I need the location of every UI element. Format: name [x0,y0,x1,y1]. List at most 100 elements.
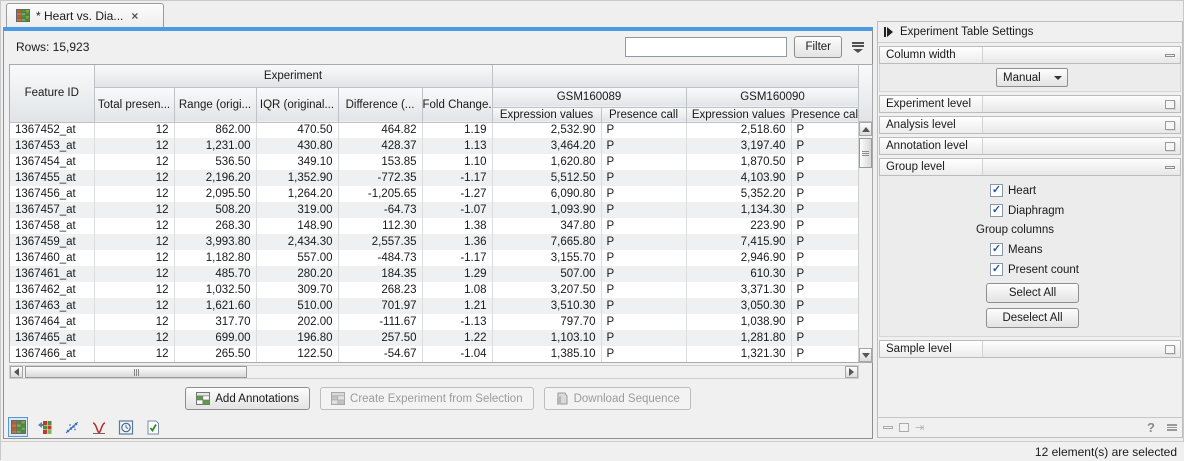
table-cell[interactable]: 12 [94,250,174,266]
table-cell[interactable]: 701.97 [338,298,422,314]
table-row[interactable]: 1367452_at 12 862.00 470.50 464.82 1.19 … [10,122,859,138]
deselect-all-button[interactable]: Deselect All [986,308,1079,328]
element-info-view-icon[interactable] [143,417,163,437]
table-cell[interactable]: 12 [94,314,174,330]
table-cell[interactable]: 1.19 [422,122,492,138]
table-view-icon[interactable] [8,417,28,437]
table-cell[interactable]: 3,197.40 [686,138,791,154]
table-cell[interactable]: 557.00 [256,250,338,266]
table-cell[interactable]: P [601,346,686,362]
table-cell[interactable]: P [601,330,686,346]
table-row[interactable]: 1367458_at 12 268.30 148.90 112.30 1.38 … [10,218,859,234]
checkbox-present-count[interactable]: ✓ Present count [880,263,1180,276]
group-header-gsm160090[interactable]: GSM160090 [686,87,859,107]
table-cell[interactable]: 268.23 [338,282,422,298]
table-cell[interactable]: 1,032.50 [174,282,256,298]
table-cell[interactable]: P [601,314,686,330]
table-cell[interactable]: 1,038.90 [686,314,791,330]
table-cell[interactable]: 184.35 [338,266,422,282]
table-cell[interactable]: 265.50 [174,346,256,362]
table-cell[interactable]: -1.13 [422,314,492,330]
table-cell[interactable]: 148.90 [256,218,338,234]
table-cell[interactable]: P [791,154,859,170]
checkbox-icon[interactable]: ✓ [990,263,1003,276]
table-cell[interactable]: 6,090.80 [492,186,601,202]
table-cell[interactable]: P [601,234,686,250]
table-cell[interactable]: 309.70 [256,282,338,298]
table-cell[interactable]: -64.73 [338,202,422,218]
select-all-button[interactable]: Select All [986,283,1079,303]
tab-heart-vs-diaphragm[interactable]: * Heart vs. Dia... × [6,3,164,27]
collapse-section-icon[interactable] [1165,166,1175,169]
table-cell[interactable]: P [791,250,859,266]
table-cell[interactable]: 2,518.60 [686,122,791,138]
table-cell[interactable]: 536.50 [174,154,256,170]
table-cell[interactable]: 223.90 [686,218,791,234]
table-row[interactable]: 1367462_at 12 1,032.50 309.70 268.23 1.0… [10,282,859,298]
table-cell[interactable]: P [601,186,686,202]
table-cell[interactable]: 2,532.90 [492,122,601,138]
table-cell[interactable]: 1,321.30 [686,346,791,362]
scroll-up-button[interactable] [859,122,872,136]
table-row[interactable]: 1367461_at 12 485.70 280.20 184.35 1.29 … [10,266,859,282]
table-cell[interactable]: -1.17 [422,250,492,266]
table-cell[interactable]: 510.00 [256,298,338,314]
dock-panel-icon[interactable]: ⇥ [915,421,924,434]
table-cell[interactable]: -1,205.65 [338,186,422,202]
table-cell[interactable]: 12 [94,122,174,138]
table-cell[interactable]: 7,665.80 [492,234,601,250]
table-row[interactable]: 1367455_at 12 2,196.20 1,352.90 -772.35 … [10,170,859,186]
table-cell[interactable]: 1367456_at [10,186,94,202]
col-header-fold-change[interactable]: Fold Change... [422,87,492,122]
col-header-iqr[interactable]: IQR (original... [256,87,338,122]
table-cell[interactable]: 2,946.90 [686,250,791,266]
vertical-scrollbar[interactable] [858,122,872,362]
expand-section-icon[interactable] [1165,345,1175,354]
table-cell[interactable]: 1,281.80 [686,330,791,346]
collapse-panel-icon[interactable] [884,27,893,37]
table-cell[interactable]: 1367457_at [10,202,94,218]
table-cell[interactable]: 610.30 [686,266,791,282]
column-width-dropdown[interactable]: Manual [996,68,1068,87]
table-cell[interactable]: -111.67 [338,314,422,330]
section-sample-level[interactable]: Sample level [879,340,1181,358]
table-cell[interactable]: -1.04 [422,346,492,362]
section-annotation-level[interactable]: Annotation level [879,137,1181,155]
checkbox-icon[interactable]: ✓ [990,243,1003,256]
table-cell[interactable]: 1,870.50 [686,154,791,170]
table-cell[interactable]: P [601,282,686,298]
checkbox-icon[interactable]: ✓ [990,184,1003,197]
table-cell[interactable]: P [791,138,859,154]
table-cell[interactable]: 1367459_at [10,234,94,250]
add-annotations-button[interactable]: Add Annotations [185,387,310,410]
table-cell[interactable]: 3,464.20 [492,138,601,154]
section-column-width[interactable]: Column width [879,46,1181,64]
table-cell[interactable]: 5,352.20 [686,186,791,202]
table-cell[interactable]: 464.82 [338,122,422,138]
table-cell[interactable]: P [601,122,686,138]
table-cell[interactable]: 1,103.10 [492,330,601,346]
settings-menu-icon[interactable] [1167,424,1177,431]
table-cell[interactable]: 257.50 [338,330,422,346]
horizontal-scroll-thumb[interactable] [25,366,247,378]
col-header-expression-values-90[interactable]: Expression values [686,107,791,122]
table-cell[interactable]: 1,093.90 [492,202,601,218]
heatmap-view-icon[interactable] [35,417,55,437]
table-cell[interactable]: 470.50 [256,122,338,138]
table-cell[interactable]: 1,182.80 [174,250,256,266]
vertical-scroll-thumb[interactable] [859,138,872,168]
table-cell[interactable]: 1.13 [422,138,492,154]
checkbox-means[interactable]: ✓ Means [880,243,1180,256]
table-row[interactable]: 1367453_at 12 1,231.00 430.80 428.37 1.1… [10,138,859,154]
table-cell[interactable]: 1367452_at [10,122,94,138]
table-cell[interactable]: 12 [94,330,174,346]
table-cell[interactable]: P [601,266,686,282]
table-cell[interactable]: 430.80 [256,138,338,154]
table-cell[interactable]: 12 [94,202,174,218]
table-cell[interactable]: 1367461_at [10,266,94,282]
col-header-difference[interactable]: Difference (... [338,87,422,122]
table-cell[interactable]: P [791,330,859,346]
table-cell[interactable]: P [791,122,859,138]
expand-section-icon[interactable] [1165,142,1175,151]
download-sequence-button[interactable]: Download Sequence [544,387,691,410]
